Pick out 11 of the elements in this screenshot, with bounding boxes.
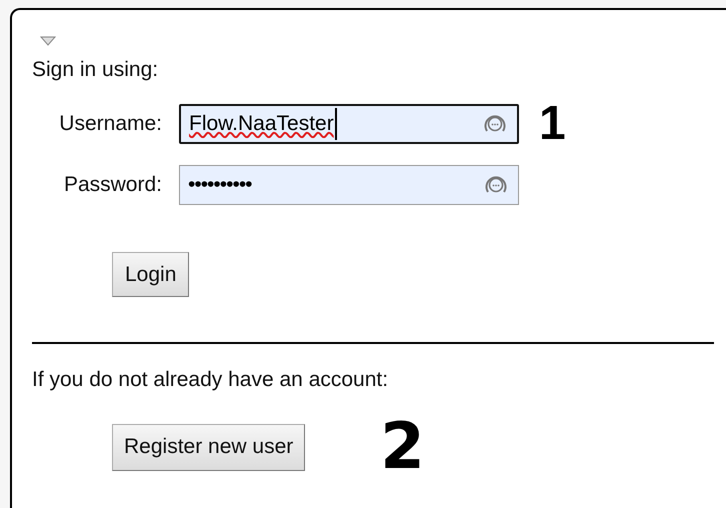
username-field[interactable]: Flow.NaaTester (179, 104, 519, 144)
field-label: Username: (59, 111, 162, 138)
login-button[interactable]: Login (112, 252, 190, 297)
password-field[interactable]: •••••••••• (179, 165, 519, 205)
register-button[interactable]: Register new user (112, 424, 306, 470)
register-prompt: If you do not already have an account: (32, 367, 388, 393)
sign-in-heading: Sign in using: (32, 57, 158, 83)
field-label: Password: (64, 172, 162, 198)
handwritten-annotation: 1 (539, 100, 566, 148)
collapse-triangle-icon[interactable] (40, 36, 56, 46)
handwritten-annotation: 2 (380, 419, 425, 475)
